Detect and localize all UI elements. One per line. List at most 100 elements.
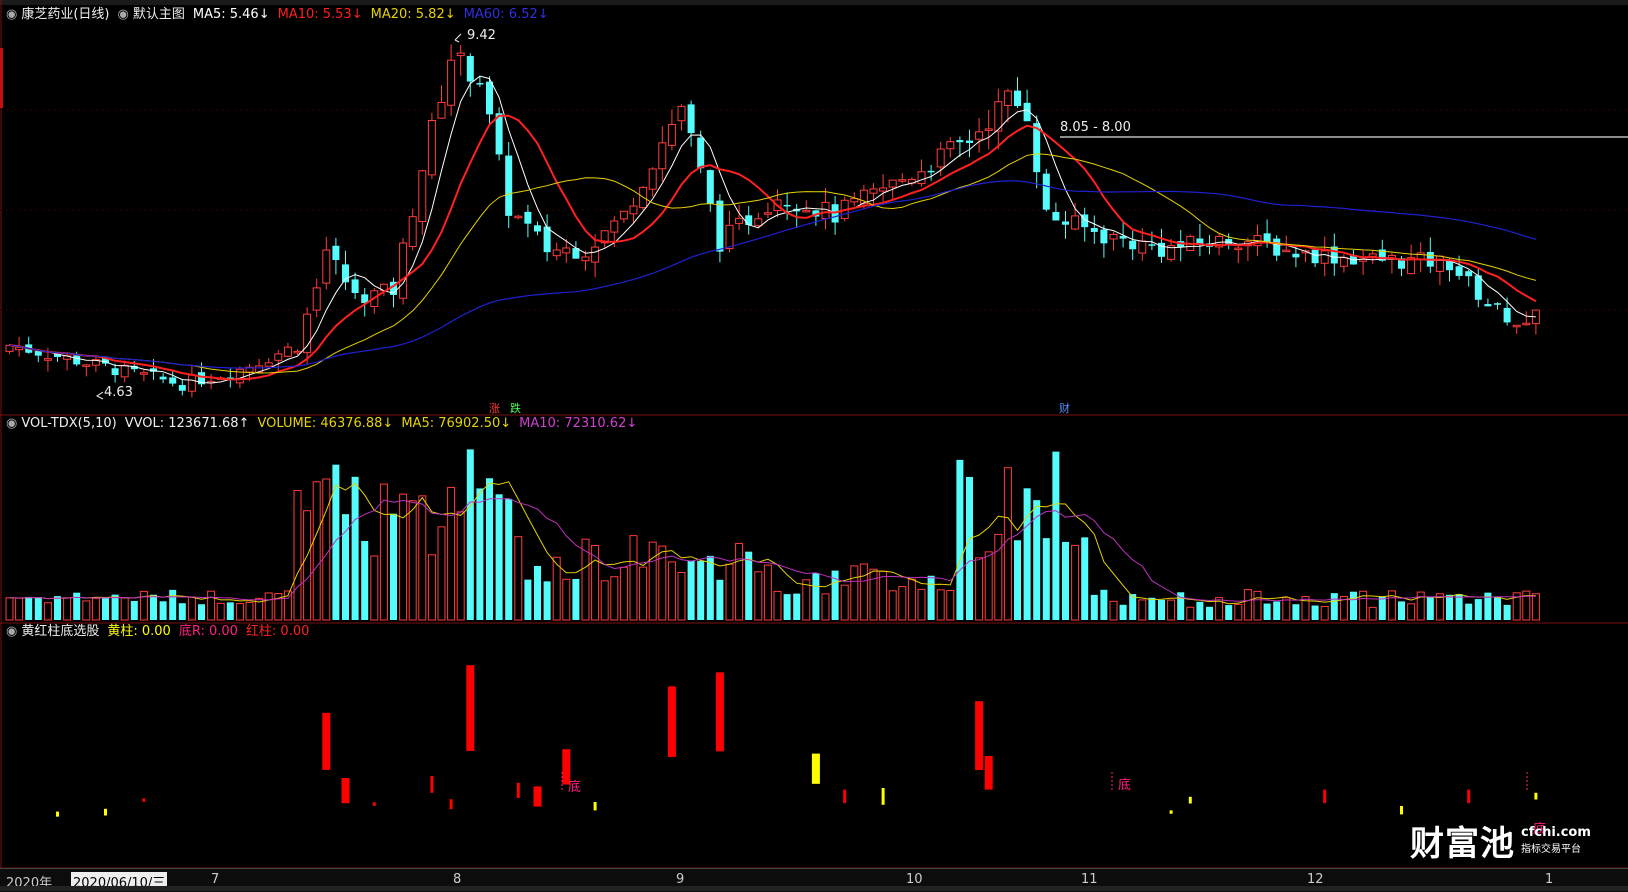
volume-bar-down — [178, 603, 186, 620]
volume-bar-up — [1186, 606, 1195, 621]
candle-body-up — [399, 242, 408, 299]
indicator-bar-red — [142, 798, 146, 802]
volume-bar-up — [427, 554, 436, 621]
candle-body-up — [1522, 322, 1531, 326]
candle-body-up — [264, 362, 273, 367]
volume-bar-up — [235, 603, 244, 621]
volume-bar-down — [466, 449, 474, 620]
die-marker: 跌 — [510, 402, 521, 415]
candle-body-down — [927, 170, 935, 173]
volume-bar-up — [1407, 603, 1416, 621]
volume-bar-up — [1071, 544, 1080, 621]
volume-bar-up — [1167, 599, 1176, 621]
volume-bar-down — [102, 597, 109, 620]
volume-bar-down — [198, 604, 205, 620]
volume-bar-down — [1062, 541, 1069, 620]
volume-bar-down — [332, 464, 340, 620]
volume-bar-down — [1129, 594, 1137, 620]
volume-bar-down — [73, 592, 81, 620]
vol-indicator-name[interactable]: VOL-TDX(5,10) — [21, 416, 116, 431]
volume-bar-down — [159, 601, 167, 620]
month-label-11: 11 — [1081, 872, 1098, 887]
candle-body-down — [159, 376, 167, 380]
panel-grid — [0, 0, 1628, 868]
volume-bar-up — [840, 584, 849, 621]
volume-toggle-icon[interactable]: ◉ — [6, 416, 17, 431]
volume-bar-down — [812, 572, 820, 620]
volume-bar-down — [1494, 596, 1501, 620]
volume-bar-up — [917, 588, 926, 621]
ma60-value: MA60: 6.52↓ — [463, 7, 549, 22]
month-label-1: 1 — [1545, 872, 1554, 887]
candle-body-up — [677, 105, 686, 122]
ma20-line — [9, 153, 1537, 374]
template-toggle-icon[interactable]: ◉ — [118, 7, 129, 22]
volume-bar-down — [1350, 591, 1357, 620]
candle-body-down — [505, 155, 513, 216]
volume-bar-up — [312, 481, 321, 621]
candle-body-up — [1416, 252, 1425, 260]
volume-bar-up — [1531, 593, 1540, 621]
candle-body-down — [178, 385, 186, 391]
volume-bar-up — [303, 510, 312, 621]
template-name[interactable]: 默认主图 — [133, 7, 185, 22]
indicator-name[interactable]: 黄红柱底选股 — [21, 624, 99, 639]
volume-legend: ◉ VOL-TDX(5,10) VVOL: 123671.68↑ VOLUME: 46… — [6, 415, 645, 433]
candle-body-up — [1339, 257, 1348, 267]
candle-body-up — [139, 372, 148, 375]
candle-body-up — [322, 249, 331, 284]
volume-bar-up — [629, 535, 638, 621]
red-bar-value: 红柱: 0.00 — [245, 624, 310, 639]
volume-bar-down — [361, 540, 369, 620]
candle-body-down — [706, 170, 714, 204]
volume-bar-down — [505, 498, 513, 620]
volume-bar-down — [534, 565, 541, 620]
candle-body-down — [687, 104, 695, 134]
volume-bar-up — [82, 600, 91, 621]
candle-body-down — [543, 226, 551, 253]
volume-ma5-line — [9, 481, 1536, 605]
candle-body-down — [1042, 173, 1050, 210]
candle-body-down — [534, 225, 541, 232]
volume-bar-down — [1100, 589, 1108, 620]
di-value: 底R: 0.00 — [178, 624, 238, 639]
indicator-bar-red — [843, 789, 847, 804]
indicator-bar-red — [466, 665, 475, 751]
volume-bar-up — [754, 571, 763, 621]
indicator-toggle-icon[interactable]: ◉ — [6, 624, 17, 639]
ma60-line — [9, 180, 1537, 369]
stock-chart[interactable] — [0, 0, 1628, 868]
yellow-bar-value: 黄柱: 0.00 — [107, 624, 171, 639]
candle-body-up — [235, 368, 244, 384]
volume-bar-up — [379, 483, 388, 621]
candle-body-up — [917, 171, 926, 185]
volume-bar-down — [1455, 594, 1463, 620]
volume-bar-down — [1014, 540, 1021, 620]
volume-bar-down — [572, 578, 580, 620]
volume-bar-down — [495, 494, 503, 620]
month-label-7: 7 — [211, 872, 220, 887]
candle-body-down — [1311, 249, 1319, 264]
candle-body-up — [581, 256, 590, 262]
volume-bar-down — [716, 579, 724, 620]
volume-bar-down — [1023, 488, 1031, 620]
volume-bar-down — [956, 459, 964, 620]
volume-bar-up — [1368, 606, 1377, 621]
legend-toggle-icon[interactable]: ◉ — [6, 7, 17, 22]
volume-bar-up — [418, 495, 427, 621]
candle-body-up — [120, 364, 129, 378]
logo-site: cfchi.com — [1521, 825, 1591, 840]
ma5-line — [9, 75, 1536, 384]
candle-body-up — [427, 120, 436, 176]
volume-bar-down — [1273, 601, 1281, 620]
volume-bar-down — [524, 579, 532, 620]
volume-bar-down — [697, 560, 705, 620]
chart-overlay — [96, 33, 1628, 400]
candle-body-up — [879, 187, 888, 192]
candle-body-down — [1465, 271, 1473, 277]
volume-bar-down — [390, 513, 397, 620]
candle-body-down — [1484, 304, 1492, 307]
indicator-bar-red — [449, 799, 453, 810]
high-arrow — [454, 33, 462, 43]
volume-bar-down — [1042, 538, 1050, 620]
